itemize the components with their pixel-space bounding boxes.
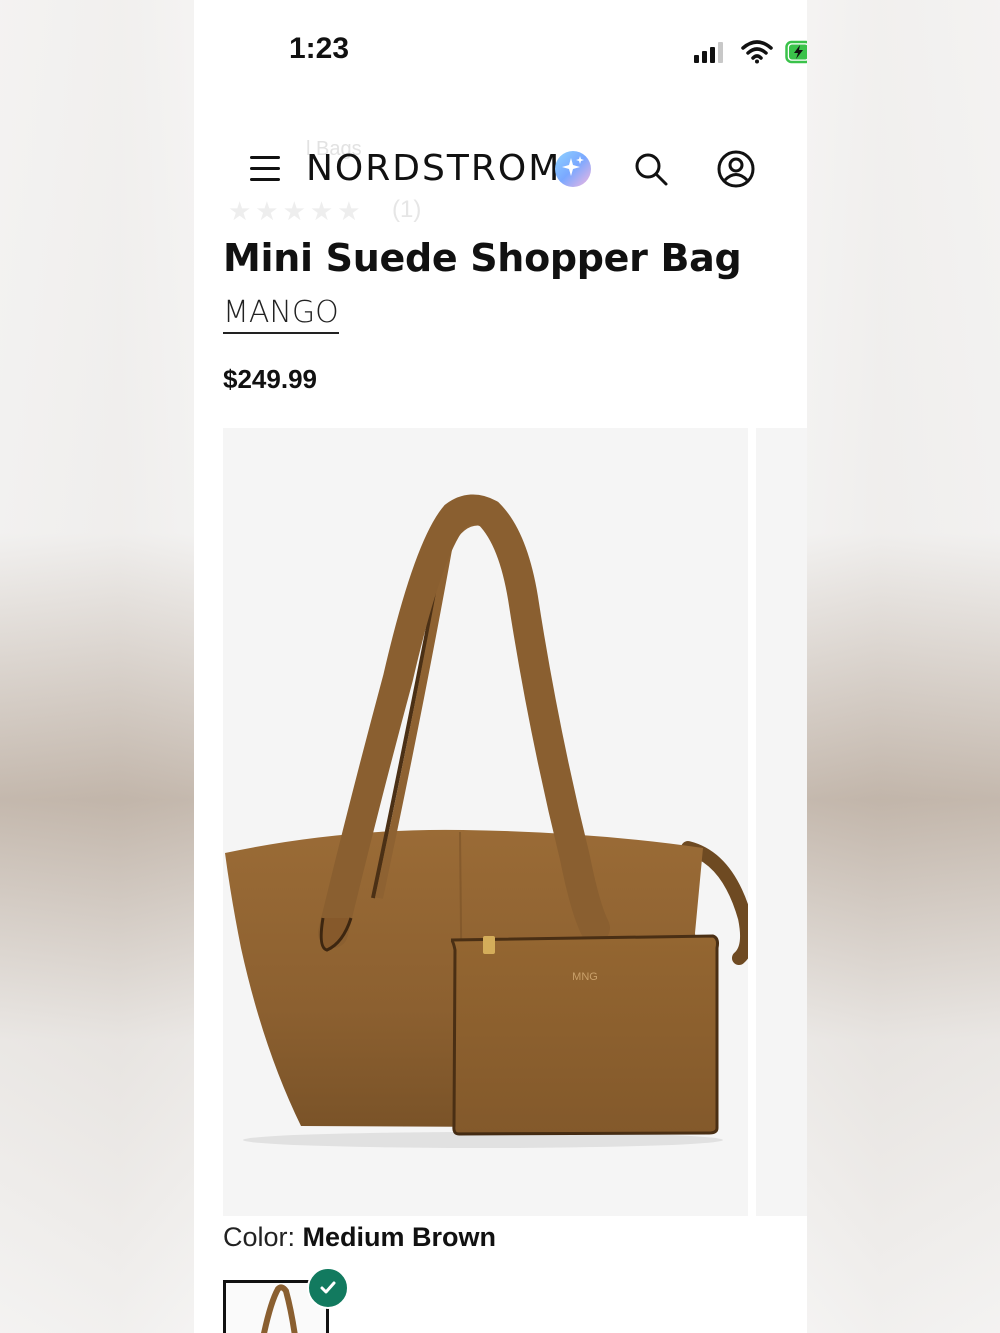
rating-count-ghost: (1) [392,196,422,223]
bag-illustration: MNG [225,494,748,1148]
phone-screen: 1:23 l Bags ★★★★★ (1) NORDSTROM Mini Sue… [194,0,807,1333]
battery-charging-icon [785,40,807,64]
menu-icon[interactable] [248,152,282,186]
cellular-signal-icon [694,42,723,63]
ai-sparkle-icon[interactable] [554,150,592,188]
rating-stars-ghost: ★★★★★ [228,196,365,226]
wifi-icon [741,40,773,64]
status-time: 1:23 [289,32,350,65]
color-selection-label: Color: Medium Brown [223,1222,496,1253]
next-image-peek[interactable] [756,428,807,1216]
nordstrom-logo[interactable]: NORDSTROM [306,148,561,189]
brand-link[interactable]: MANGO [223,295,339,334]
account-icon[interactable] [716,149,756,189]
background-blur-right [806,0,1000,1333]
product-price: $249.99 [223,364,317,394]
status-icons [693,38,807,66]
product-title: Mini Suede Shopper Bag [223,236,742,280]
search-icon[interactable] [632,150,670,188]
background-blur-left [0,0,194,1333]
selected-check-icon [307,1267,349,1309]
color-label: Color: [223,1222,296,1252]
product-image[interactable]: MNG [223,428,748,1216]
top-nav: NORDSTROM [194,140,807,200]
svg-text:MNG: MNG [572,971,598,983]
color-value: Medium Brown [302,1222,497,1252]
